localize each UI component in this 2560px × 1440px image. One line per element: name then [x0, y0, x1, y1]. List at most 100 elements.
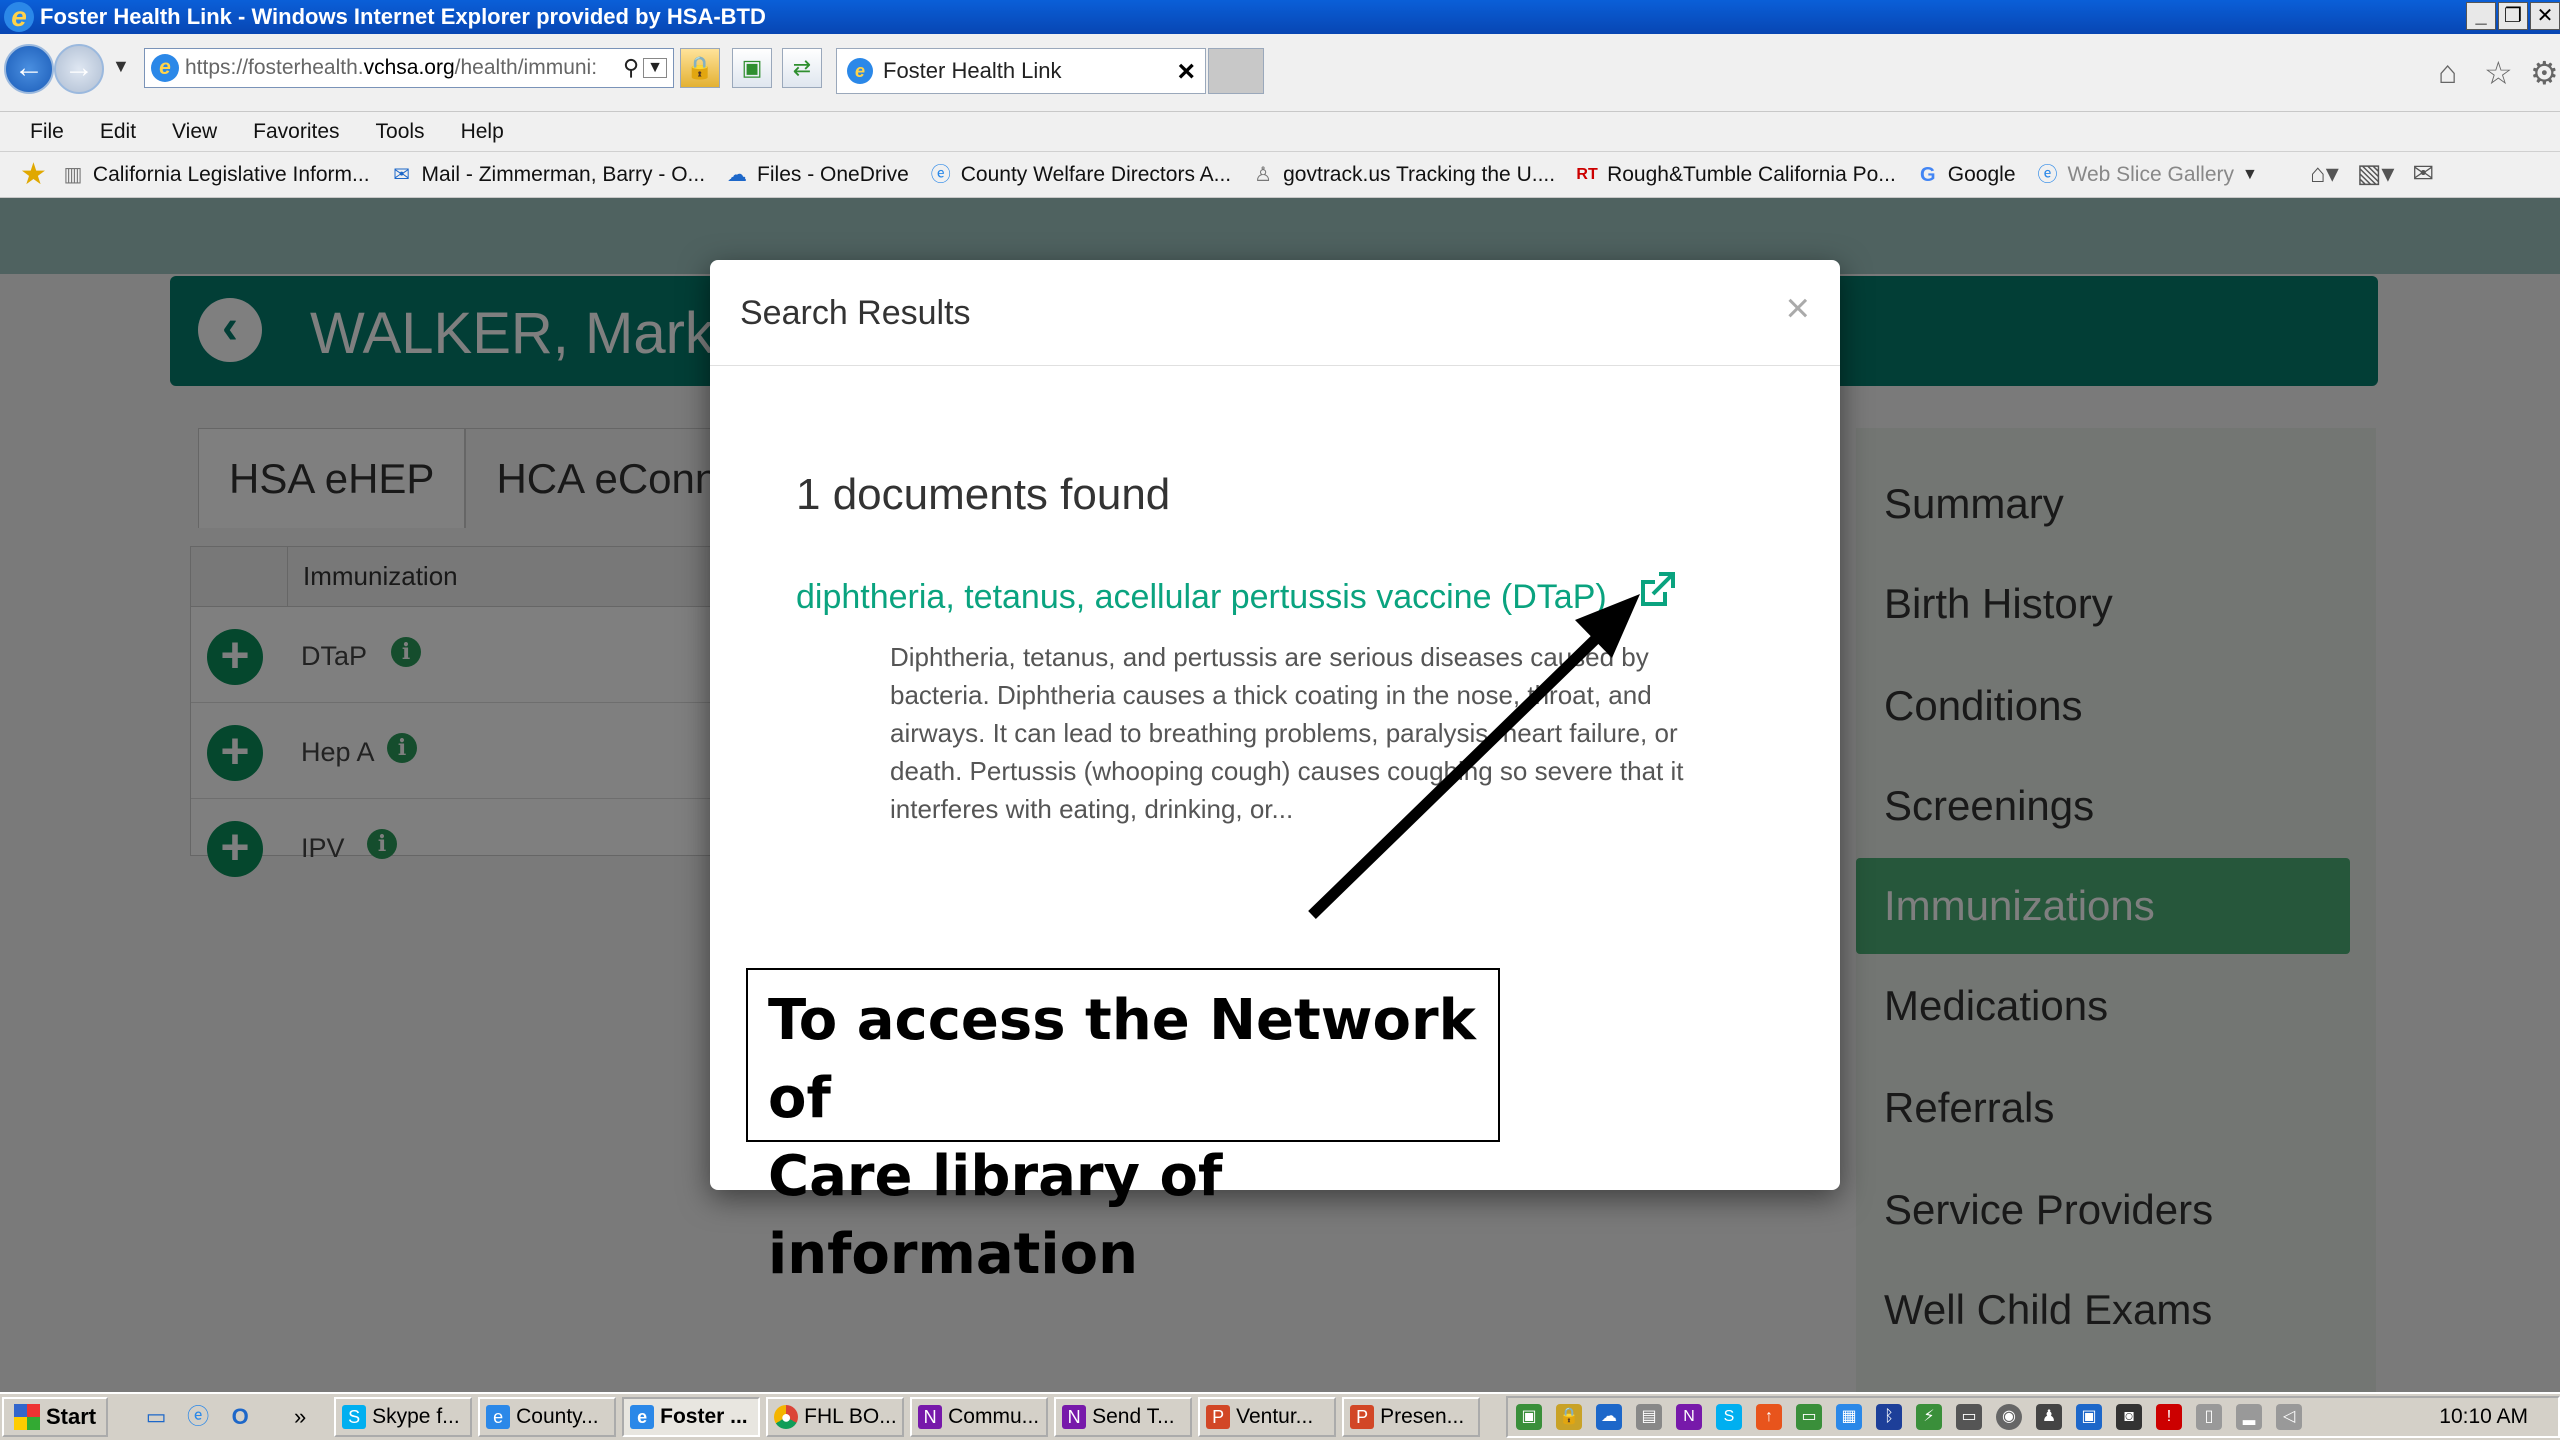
- tab-ie-icon: e: [847, 58, 873, 84]
- favorite-item[interactable]: ⓔ County Welfare Directors A...: [927, 163, 1231, 187]
- minimize-icon[interactable]: _: [2466, 2, 2496, 30]
- menu-file[interactable]: File: [30, 120, 64, 144]
- address-dropdown-icon[interactable]: ▼: [643, 58, 667, 78]
- menu-edit[interactable]: Edit: [100, 120, 136, 144]
- callout-line-1: To access the Network of: [768, 988, 1476, 1131]
- mail-icon: ✉: [393, 163, 410, 186]
- external-link-icon[interactable]: [1635, 568, 1679, 612]
- compatibility-view-icon[interactable]: ▣: [732, 48, 772, 88]
- tray-app-icon[interactable]: ▣: [2076, 1404, 2102, 1430]
- navigation-bar: ← → ▼ e https://fosterhealth.vchsa.org/h…: [0, 34, 2560, 112]
- more-quicklaunch-icon[interactable]: »: [282, 1399, 318, 1435]
- favorite-item[interactable]: ⓔ Web Slice Gallery ▼: [2034, 163, 2258, 187]
- favorite-item[interactable]: RT Rough&Tumble California Po...: [1573, 163, 1895, 187]
- task-ventur[interactable]: P Ventur...: [1198, 1397, 1337, 1437]
- tray-volume-icon[interactable]: ◁: [2276, 1404, 2302, 1430]
- menu-tools[interactable]: Tools: [376, 120, 425, 144]
- restore-icon[interactable]: ❐: [2498, 2, 2528, 30]
- tray-power-icon[interactable]: ▯: [2196, 1404, 2222, 1430]
- feeds-icon[interactable]: ▧▾: [2357, 158, 2395, 189]
- favorites-bar: ★ ▥ California Legislative Inform... ✉ Mai…: [0, 152, 2560, 198]
- history-dropdown-icon[interactable]: ▼: [112, 56, 130, 77]
- window-titlebar: e Foster Health Link - Windows Internet …: [0, 0, 2560, 34]
- tray-monitor-icon[interactable]: ▭: [1796, 1404, 1822, 1430]
- favorite-item[interactable]: G Google: [1914, 163, 2016, 187]
- favorites-center-icon[interactable]: ★: [20, 157, 47, 192]
- task-onenote[interactable]: N Commu...: [910, 1397, 1049, 1437]
- task-county[interactable]: e County...: [478, 1397, 617, 1437]
- tray-usb-icon[interactable]: ⚡: [1916, 1404, 1942, 1430]
- browser-tab[interactable]: e Foster Health Link ×: [836, 48, 1206, 94]
- task-foster[interactable]: e Foster ...: [622, 1397, 761, 1437]
- menu-view[interactable]: View: [172, 120, 217, 144]
- outlook-quicklaunch-icon[interactable]: O: [222, 1399, 258, 1435]
- tray-onenote-icon[interactable]: N: [1676, 1404, 1702, 1430]
- tray-security-icon[interactable]: ▣: [1516, 1404, 1542, 1430]
- favorite-item[interactable]: ☁ Files - OneDrive: [723, 163, 909, 187]
- powerpoint-icon: P: [1350, 1405, 1375, 1429]
- lock-icon[interactable]: 🔒: [680, 48, 720, 88]
- search-icon[interactable]: ⚲: [623, 55, 639, 81]
- results-count: 1 documents found: [796, 470, 1171, 519]
- tray-update-icon[interactable]: ↑: [1756, 1404, 1782, 1430]
- modal-title: Search Results: [740, 294, 971, 332]
- callout-line-2: Care library of information: [768, 1144, 1223, 1287]
- modal-close-button[interactable]: ×: [1785, 284, 1810, 332]
- annotation-callout: To access the Network of Care library of…: [746, 968, 1500, 1287]
- task-send[interactable]: N Send T...: [1054, 1397, 1193, 1437]
- chevron-down-icon: ▼: [2242, 165, 2258, 183]
- modal-header: Search Results ×: [710, 260, 1840, 366]
- menu-help[interactable]: Help: [461, 120, 504, 144]
- new-tab-button[interactable]: [1208, 48, 1264, 94]
- ie-quicklaunch-icon[interactable]: ⓔ: [180, 1399, 216, 1435]
- cloud-icon: ☁: [727, 163, 748, 186]
- home-command-icon[interactable]: ⌂▾: [2310, 158, 2339, 189]
- task-fhl-bo[interactable]: ● FHL BO...: [766, 1397, 905, 1437]
- refresh-icon[interactable]: ⇄: [782, 48, 822, 88]
- start-button[interactable]: Start: [2, 1397, 109, 1437]
- clock[interactable]: 10:10 AM: [2439, 1405, 2528, 1429]
- task-skype[interactable]: S Skype f...: [334, 1397, 473, 1437]
- back-button[interactable]: ←: [4, 44, 54, 94]
- window-controls: _ ❐ ✕: [2466, 2, 2560, 30]
- address-bar[interactable]: e https://fosterhealth.vchsa.org/health/…: [144, 48, 674, 88]
- tray-signal-icon[interactable]: ▂: [2236, 1404, 2262, 1430]
- tray-network-icon[interactable]: ▤: [1636, 1404, 1662, 1430]
- favorite-item[interactable]: ♙ govtrack.us Tracking the U....: [1249, 163, 1555, 187]
- window-title: Foster Health Link - Windows Internet Ex…: [40, 4, 766, 29]
- chart-icon: ▥: [63, 163, 83, 186]
- favorite-item[interactable]: ▥ California Legislative Inform...: [59, 163, 369, 187]
- menu-favorites[interactable]: Favorites: [253, 120, 339, 144]
- tray-person-icon[interactable]: ♟: [2036, 1404, 2062, 1430]
- menu-bar: File Edit View Favorites Tools Help: [0, 112, 2560, 152]
- favorite-item[interactable]: ✉ Mail - Zimmerman, Barry - O...: [388, 163, 705, 187]
- tray-lock-icon[interactable]: 🔒: [1556, 1404, 1582, 1430]
- page-ie-icon: e: [151, 54, 179, 82]
- system-tray: ▣ 🔒 ☁ ▤ N S ↑ ▭ ▦ ᛒ ⚡ ▭ ◉ ♟ ▣ ◙ ! ▯ ▂ ◁ …: [1506, 1396, 2560, 1438]
- favorites-star-icon[interactable]: ☆: [2484, 54, 2513, 92]
- tray-screen-icon[interactable]: ▭: [1956, 1404, 1982, 1430]
- close-window-icon[interactable]: ✕: [2530, 2, 2560, 30]
- address-url[interactable]: https://fosterhealth.vchsa.org/health/im…: [185, 56, 617, 80]
- result-link[interactable]: diphtheria, tetanus, acellular pertussis…: [796, 578, 1607, 617]
- home-icon[interactable]: ⌂: [2438, 54, 2457, 91]
- tray-skype-icon[interactable]: S: [1716, 1404, 1742, 1430]
- forward-button[interactable]: →: [54, 44, 104, 94]
- tray-alert-icon[interactable]: !: [2156, 1404, 2182, 1430]
- google-icon: G: [1920, 163, 1936, 186]
- task-presen[interactable]: P Presen...: [1342, 1397, 1481, 1437]
- ie-icon: e: [630, 1405, 655, 1429]
- rough-tumble-icon: RT: [1576, 165, 1598, 183]
- show-desktop-icon[interactable]: ▭: [138, 1399, 174, 1435]
- windows-logo-icon: [14, 1404, 40, 1430]
- address-actions: ⚲ ▼: [617, 55, 673, 81]
- tray-camera-icon[interactable]: ◙: [2116, 1404, 2142, 1430]
- tray-display-icon[interactable]: ▦: [1836, 1404, 1862, 1430]
- tab-close-icon[interactable]: ×: [1177, 55, 1195, 89]
- skype-icon: S: [342, 1405, 367, 1429]
- tray-disc-icon[interactable]: ◉: [1996, 1404, 2022, 1430]
- tray-bluetooth-icon[interactable]: ᛒ: [1876, 1404, 1902, 1430]
- mail-command-icon[interactable]: ✉: [2412, 158, 2434, 189]
- tray-onedrive-icon[interactable]: ☁: [1596, 1404, 1622, 1430]
- gear-icon[interactable]: ⚙: [2530, 54, 2559, 92]
